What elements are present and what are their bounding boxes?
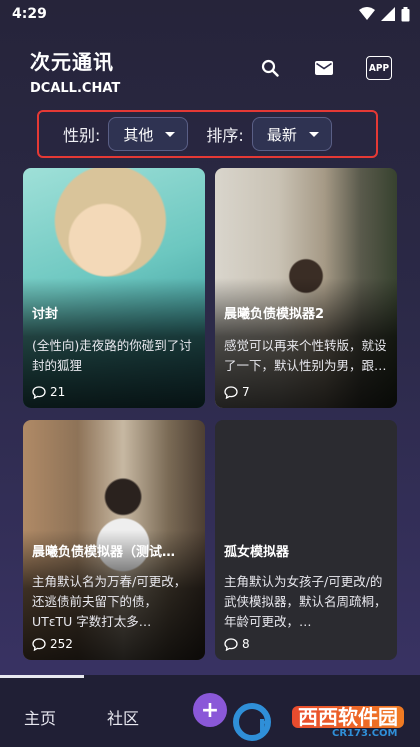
gender-value: 其他 — [123, 125, 154, 144]
search-icon — [261, 59, 279, 77]
filter-bar: 性别: 其他 排序: 最新 — [37, 110, 378, 158]
character-card[interactable]: 孤女模拟器 主角默认为女孩子/可更改/的武侠模拟器，默认名周疏桐，年龄可更改，…… — [215, 420, 397, 660]
gender-dropdown[interactable]: 其他 — [108, 117, 189, 151]
card-description: 主角默认名为万春/可更改，还逃债前夫留下的债，UTεTU 字数打太多… — [32, 574, 187, 629]
comment-count: 21 — [32, 385, 65, 399]
status-time: 4:29 — [12, 6, 47, 22]
bottom-nav: 主页 社区 + r 西西软件园 CR173.COM — [0, 675, 420, 747]
comment-count: 8 — [224, 637, 250, 651]
card-description: 主角默认为女孩子/可更改/的武侠模拟器，默认名周疏桐，年龄可更改，… — [224, 574, 387, 629]
app-header: 次元通讯 DCALL.CHAT APP — [0, 28, 420, 96]
chevron-down-icon — [308, 131, 319, 137]
character-card[interactable]: 晨曦负债模拟器（测试… 主角默认名为万春/可更改，还逃债前夫留下的债，UTεTU… — [23, 420, 205, 660]
search-button[interactable] — [258, 56, 282, 80]
card-title: 讨封 — [32, 307, 59, 322]
comment-count: 252 — [32, 637, 73, 651]
character-card[interactable]: 晨曦负债模拟器2 感觉可以再来个性转版，就设了一下，默认性别为男，跟前一个一样什… — [215, 168, 397, 408]
sort-dropdown[interactable]: 最新 — [251, 117, 332, 151]
sort-label: 排序: — [206, 126, 244, 145]
watermark-url: CR173.COM — [332, 727, 398, 739]
character-card[interactable]: 讨封 (全性向)走夜路的你碰到了讨封的狐狸 21 — [23, 168, 205, 408]
app-domain: DCALL.CHAT — [30, 81, 121, 96]
comment-icon — [224, 385, 238, 399]
status-icons — [359, 6, 410, 22]
card-description: (全性向)走夜路的你碰到了讨封的狐狸 — [32, 338, 192, 373]
add-button[interactable]: + — [193, 693, 227, 727]
card-description: 感觉可以再来个性转版，就设了一下，默认性别为男，跟前一个一样什么… — [224, 338, 387, 373]
comment-icon — [32, 637, 46, 651]
wifi-icon — [359, 7, 375, 20]
signal-icon — [381, 7, 395, 21]
chevron-down-icon — [165, 131, 176, 137]
comment-icon — [224, 637, 238, 651]
comment-count: 7 — [224, 385, 250, 399]
watermark-logo-icon: r — [233, 703, 271, 741]
nav-community[interactable]: 社区 — [107, 705, 139, 729]
card-title: 孤女模拟器 — [224, 545, 290, 560]
nav-active-indicator — [0, 675, 84, 678]
status-bar: 4:29 — [0, 0, 420, 28]
card-title: 晨曦负债模拟器2 — [224, 307, 325, 322]
comment-icon — [32, 385, 46, 399]
message-button[interactable] — [312, 56, 336, 80]
sort-value: 最新 — [266, 125, 297, 144]
nav-home[interactable]: 主页 — [24, 705, 56, 729]
card-title: 晨曦负债模拟器（测试… — [32, 545, 176, 560]
watermark: r 西西软件园 CR173.COM — [224, 699, 420, 745]
app-download-button[interactable]: APP — [366, 56, 392, 80]
battery-icon — [401, 6, 410, 21]
watermark-text: 西西软件园 — [292, 705, 404, 728]
svg-text:r: r — [258, 710, 270, 738]
mail-icon — [315, 61, 333, 75]
gender-label: 性别: — [63, 126, 101, 145]
header-actions: APP — [258, 56, 392, 80]
